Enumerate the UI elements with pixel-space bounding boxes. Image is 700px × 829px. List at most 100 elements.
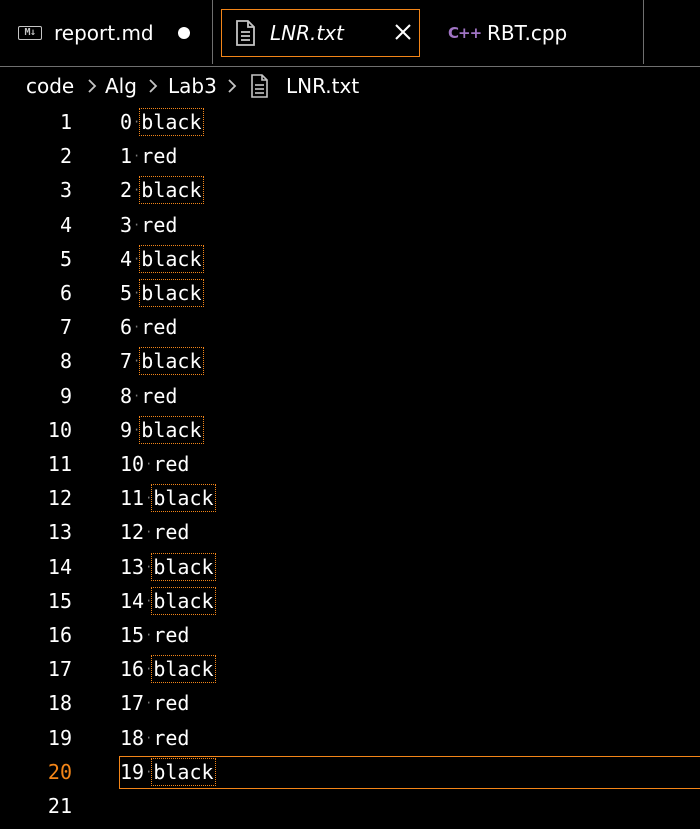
node-key: 8 xyxy=(120,383,133,408)
editor-line[interactable]: 16 15·red xyxy=(0,619,700,653)
node-key: 15 xyxy=(120,623,145,647)
line-content: 12·red xyxy=(120,520,189,544)
editor-line[interactable]: 13 12·red xyxy=(0,516,700,550)
editor-line[interactable]: 12 11·black xyxy=(0,482,700,516)
node-key: 14 xyxy=(120,588,145,613)
file-text-icon xyxy=(236,20,255,46)
line-content: 9·black xyxy=(120,415,204,444)
breadcrumb-item-code[interactable]: code xyxy=(26,74,74,98)
line-content: 15·red xyxy=(120,623,189,647)
node-color: black xyxy=(139,176,204,205)
line-content: 11·black xyxy=(120,484,216,513)
whitespace-dot-icon: · xyxy=(133,388,141,403)
editor-line[interactable]: 9 8·red xyxy=(0,380,700,414)
whitespace-dot-icon: · xyxy=(133,217,141,232)
whitespace-dot-icon: · xyxy=(145,593,153,608)
editor-line[interactable]: 20 19·black xyxy=(0,755,700,790)
editor-line[interactable]: 19 18·red xyxy=(0,722,700,756)
line-content: 19·black xyxy=(120,757,216,786)
line-number: 7 xyxy=(59,315,72,340)
chevron-right-icon xyxy=(228,79,237,93)
node-key: 16 xyxy=(120,657,145,682)
node-key: 9 xyxy=(120,417,133,442)
node-key: 7 xyxy=(120,349,133,374)
line-content: 10·red xyxy=(120,452,189,476)
line-number: 14 xyxy=(47,554,72,579)
chevron-right-icon xyxy=(149,79,158,93)
editor-line[interactable]: 15 14·black xyxy=(0,585,700,619)
tab-report-md[interactable]: M↓ report.md xyxy=(0,0,213,64)
whitespace-dot-icon: · xyxy=(145,696,153,711)
line-number: 4 xyxy=(59,212,72,237)
tab-label: RBT.cpp xyxy=(487,21,568,45)
line-content: 13·black xyxy=(120,552,216,581)
editor-line[interactable]: 2 1·red xyxy=(0,140,700,174)
line-content: 6·red xyxy=(120,315,177,339)
editor-line[interactable]: 10 9·black xyxy=(0,414,700,448)
node-color: black xyxy=(139,347,204,376)
line-number: 18 xyxy=(47,691,72,716)
node-key: 18 xyxy=(120,725,145,750)
editor-line[interactable]: 4 3·red xyxy=(0,209,700,243)
line-content: 16·black xyxy=(120,655,216,684)
unsaved-changes-dot-icon[interactable] xyxy=(178,27,190,39)
line-content: 3·red xyxy=(120,213,177,237)
node-key: 5 xyxy=(120,281,133,305)
tab-label: LNR.txt xyxy=(270,21,344,45)
line-number: 6 xyxy=(59,281,72,305)
node-color: black xyxy=(151,586,216,615)
node-key: 19 xyxy=(120,759,145,784)
node-color: red xyxy=(153,520,190,545)
node-color: red xyxy=(153,452,190,476)
editor-line[interactable]: 21 xyxy=(0,790,700,824)
line-number: 12 xyxy=(47,486,72,511)
editor-tab-bar: M↓ report.md LNR.txt C++ RBT.cpp xyxy=(0,0,700,66)
tab-label: report.md xyxy=(54,21,154,45)
line-content: 8·red xyxy=(120,384,177,408)
whitespace-dot-icon: · xyxy=(133,354,141,369)
line-content: 0·black xyxy=(120,108,204,136)
editor-line[interactable]: 3 2·black xyxy=(0,174,700,208)
whitespace-dot-icon: · xyxy=(133,422,141,437)
whitespace-dot-icon: · xyxy=(145,628,153,642)
node-color: red xyxy=(153,691,190,716)
line-number: 3 xyxy=(59,178,72,203)
line-content: 14·black xyxy=(120,586,216,615)
text-editor[interactable]: 1 0·black 2 1·red 3 2·black 4 3·red 5 4·black 6 5·b… xyxy=(0,106,700,829)
editor-line[interactable]: 18 17·red xyxy=(0,687,700,721)
editor-line[interactable]: 17 16·black xyxy=(0,653,700,687)
close-icon[interactable] xyxy=(392,21,414,43)
editor-line[interactable]: 11 10·red xyxy=(0,448,700,482)
line-number: 13 xyxy=(47,520,72,545)
whitespace-dot-icon: · xyxy=(145,764,153,779)
editor-line[interactable]: 7 6·red xyxy=(0,311,700,345)
editor-line[interactable]: 5 4·black xyxy=(0,243,700,277)
line-content: 5·black xyxy=(120,279,204,307)
tab-bar-empty-space[interactable] xyxy=(644,0,700,64)
whitespace-dot-icon: · xyxy=(133,115,141,129)
tab-rbt-cpp[interactable]: C++ RBT.cpp xyxy=(429,0,644,64)
editor-line[interactable]: 14 13·black xyxy=(0,551,700,585)
editor-line[interactable]: 6 5·black xyxy=(0,277,700,311)
node-color: black xyxy=(139,415,204,444)
node-color: black xyxy=(151,552,216,581)
line-content: 18·red xyxy=(120,726,189,750)
whitespace-dot-icon: · xyxy=(133,286,141,300)
breadcrumb-item-lnr-txt[interactable]: LNR.txt xyxy=(286,74,359,98)
tab-lnr-txt[interactable]: LNR.txt xyxy=(221,9,420,57)
breadcrumb-item-lab3[interactable]: Lab3 xyxy=(168,74,217,98)
breadcrumb-item-alg[interactable]: Alg xyxy=(105,74,137,98)
line-number: 11 xyxy=(47,452,72,476)
breadcrumb: code Alg Lab3 LNR.txt xyxy=(0,66,700,106)
line-number: 2 xyxy=(59,144,72,169)
whitespace-dot-icon: · xyxy=(145,662,153,677)
node-key: 2 xyxy=(120,178,133,203)
editor-line[interactable]: 1 0·black xyxy=(0,106,700,140)
node-key: 4 xyxy=(120,246,133,271)
cpp-icon: C++ xyxy=(448,24,482,42)
line-content: 17·red xyxy=(120,691,189,715)
whitespace-dot-icon: · xyxy=(145,491,153,506)
editor-line[interactable]: 8 7·black xyxy=(0,345,700,379)
node-key: 0 xyxy=(120,110,133,134)
line-number: 15 xyxy=(47,588,72,613)
